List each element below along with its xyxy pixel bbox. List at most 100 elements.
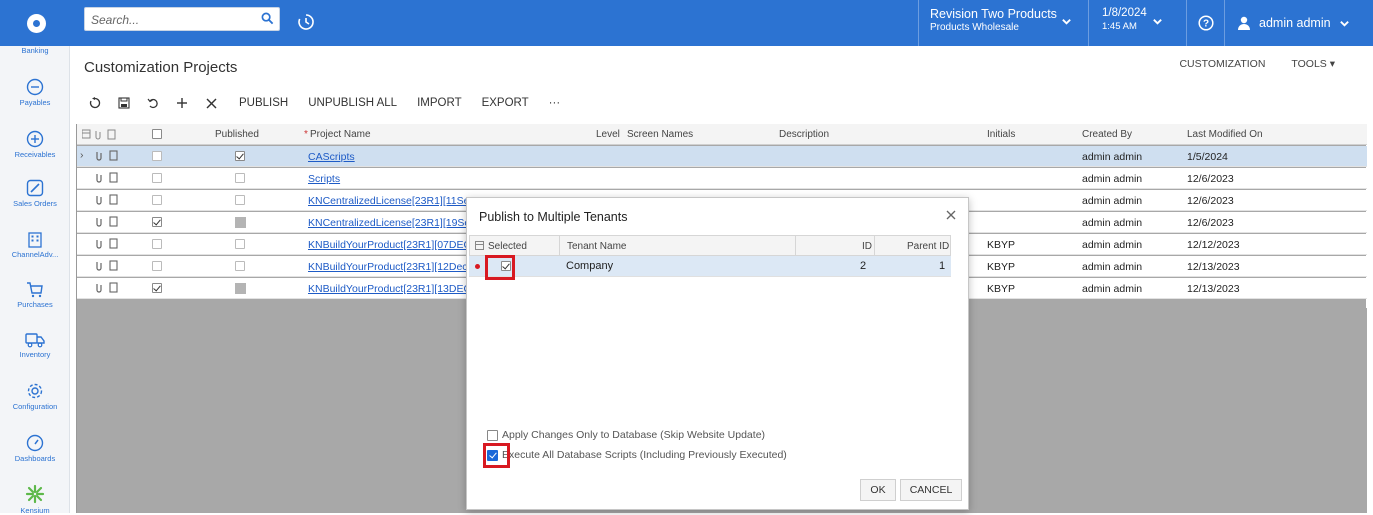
row-select-checkbox[interactable]: [152, 151, 162, 161]
row-select-checkbox[interactable]: [152, 195, 162, 205]
row-file-icons: [96, 216, 118, 227]
sidebar-item-purchases[interactable]: Purchases: [0, 280, 70, 309]
row-file-icons: [96, 194, 118, 205]
page-title: Customization Projects: [84, 59, 238, 76]
help-icon[interactable]: ?: [1186, 0, 1224, 46]
sidebar-item-configuration[interactable]: Configuration: [0, 382, 70, 411]
more-button[interactable]: ···: [549, 97, 561, 109]
col-screen-names[interactable]: Screen Names: [627, 129, 693, 140]
sidebar-item-dashboards[interactable]: Dashboards: [0, 434, 70, 463]
branch-selector[interactable]: Revision Two Products Products Wholesale: [918, 0, 1084, 46]
refresh-button[interactable]: [84, 93, 106, 113]
option-execute-all[interactable]: Execute All Database Scripts (Including …: [487, 449, 787, 461]
kensium-logo: [25, 484, 45, 504]
sidebar-item-channeladv[interactable]: ChannelAdv...: [0, 232, 70, 259]
undo-button[interactable]: [142, 93, 164, 113]
plus-circle-icon: [26, 130, 44, 148]
sidebar-item-inventory[interactable]: Inventory: [0, 332, 70, 359]
project-name-link[interactable]: KNBuildYourProduct[23R1][12Dec: [308, 261, 466, 273]
project-name-link[interactable]: KNCentralizedLicense[23R1][11Se: [308, 195, 466, 207]
initials: KBYP: [987, 239, 1016, 251]
publish-dialog: Publish to Multiple Tenants Selected Ten…: [466, 197, 969, 510]
col-published[interactable]: Published: [215, 129, 259, 140]
truck-icon: [25, 333, 45, 348]
col-id[interactable]: ID: [862, 241, 872, 252]
execute-all-label: Execute All Database Scripts (Including …: [502, 449, 787, 461]
building-icon: [28, 232, 42, 248]
published-checkbox: [235, 173, 245, 183]
row-expand-icon[interactable]: ›: [80, 149, 84, 161]
row-select-checkbox[interactable]: [152, 239, 162, 249]
col-description[interactable]: Description: [779, 129, 829, 140]
row-select-checkbox[interactable]: [152, 217, 162, 227]
minus-circle-icon: [26, 78, 44, 96]
col-last-modified[interactable]: Last Modified On: [1187, 129, 1263, 140]
db-only-checkbox[interactable]: [487, 429, 498, 441]
grid-header-icons: [82, 129, 116, 140]
page-header-links: CUSTOMIZATION TOOLS ▾: [1179, 58, 1335, 70]
col-initials[interactable]: Initials: [987, 129, 1015, 140]
gear-icon: [27, 383, 43, 399]
row-select-checkbox[interactable]: [152, 283, 162, 293]
project-name-link[interactable]: Scripts: [308, 173, 468, 185]
close-icon[interactable]: [944, 208, 958, 222]
last-modified: 12/13/2023: [1187, 283, 1240, 295]
search-input[interactable]: Search...: [84, 7, 280, 31]
tenant-parent-id: 1: [939, 260, 946, 272]
published-indeterminate: [235, 217, 246, 228]
col-parent-id[interactable]: Parent ID: [907, 241, 949, 252]
row-file-icons: [96, 172, 118, 183]
col-project-name[interactable]: Project Name: [310, 129, 371, 140]
add-button[interactable]: [171, 93, 193, 113]
row-file-icons: [96, 282, 118, 293]
project-name-link[interactable]: CAScripts: [308, 151, 468, 163]
user-icon: [1238, 16, 1250, 30]
published-checkbox: [235, 151, 245, 161]
last-modified: 12/6/2023: [1187, 195, 1234, 207]
row-file-icons: [96, 238, 118, 249]
col-selected[interactable]: Selected: [488, 241, 527, 252]
col-created-by[interactable]: Created By: [1082, 129, 1132, 140]
last-modified: 12/6/2023: [1187, 217, 1234, 229]
required-dot: [475, 264, 480, 269]
ok-button[interactable]: OK: [860, 479, 896, 501]
tools-menu[interactable]: TOOLS ▾: [1291, 58, 1335, 70]
table-row[interactable]: › CAScripts admin admin 1/5/2024: [77, 146, 1367, 167]
export-button[interactable]: EXPORT: [482, 97, 529, 109]
user-menu[interactable]: admin admin: [1224, 0, 1373, 46]
date-selector[interactable]: 1/8/2024 1:45 AM: [1088, 0, 1174, 46]
customization-link[interactable]: CUSTOMIZATION: [1179, 58, 1265, 70]
sidebar: Banking Payables Receivables Sales Order…: [0, 46, 70, 515]
sidebar-item-kensium[interactable]: Kensium: [0, 484, 70, 515]
col-tenant-name[interactable]: Tenant Name: [567, 241, 626, 252]
project-name-link[interactable]: KNBuildYourProduct[23R1][13DEC: [308, 283, 466, 295]
pencil-icon: [26, 179, 44, 197]
unpublish-all-button[interactable]: UNPUBLISH ALL: [308, 97, 397, 109]
sidebar-item-banking[interactable]: Banking: [0, 46, 70, 55]
save-button[interactable]: [113, 93, 135, 113]
project-name-link[interactable]: KNCentralizedLicense[23R1][19Se: [308, 217, 466, 229]
select-all-checkbox[interactable]: [152, 129, 162, 139]
option-db-only[interactable]: Apply Changes Only to Database (Skip Web…: [487, 429, 765, 441]
history-icon[interactable]: [292, 8, 320, 36]
import-button[interactable]: IMPORT: [417, 97, 462, 109]
sidebar-item-payables[interactable]: Payables: [0, 78, 70, 107]
table-row[interactable]: Scripts admin admin 12/6/2023: [77, 168, 1367, 189]
chevron-down-icon: [1062, 19, 1071, 25]
sidebar-item-receivables[interactable]: Receivables: [0, 130, 70, 159]
row-select-checkbox[interactable]: [152, 261, 162, 271]
published-checkbox: [235, 261, 245, 271]
highlight-tenant-checkbox: [485, 255, 515, 280]
col-level[interactable]: Level: [596, 129, 620, 140]
acumatica-logo[interactable]: [0, 0, 72, 46]
delete-button[interactable]: [200, 93, 222, 113]
created-by: admin admin: [1082, 261, 1143, 273]
search-icon[interactable]: [261, 12, 274, 25]
sidebar-item-sales-orders[interactable]: Sales Orders: [0, 179, 70, 208]
tenant-row[interactable]: Company 2 1: [469, 256, 951, 277]
row-select-checkbox[interactable]: [152, 173, 162, 183]
cancel-button[interactable]: CANCEL: [900, 479, 962, 501]
publish-button[interactable]: PUBLISH: [239, 97, 288, 109]
project-name-link[interactable]: KNBuildYourProduct[23R1][07DEC: [308, 239, 466, 251]
column-config-icon[interactable]: [475, 241, 484, 250]
